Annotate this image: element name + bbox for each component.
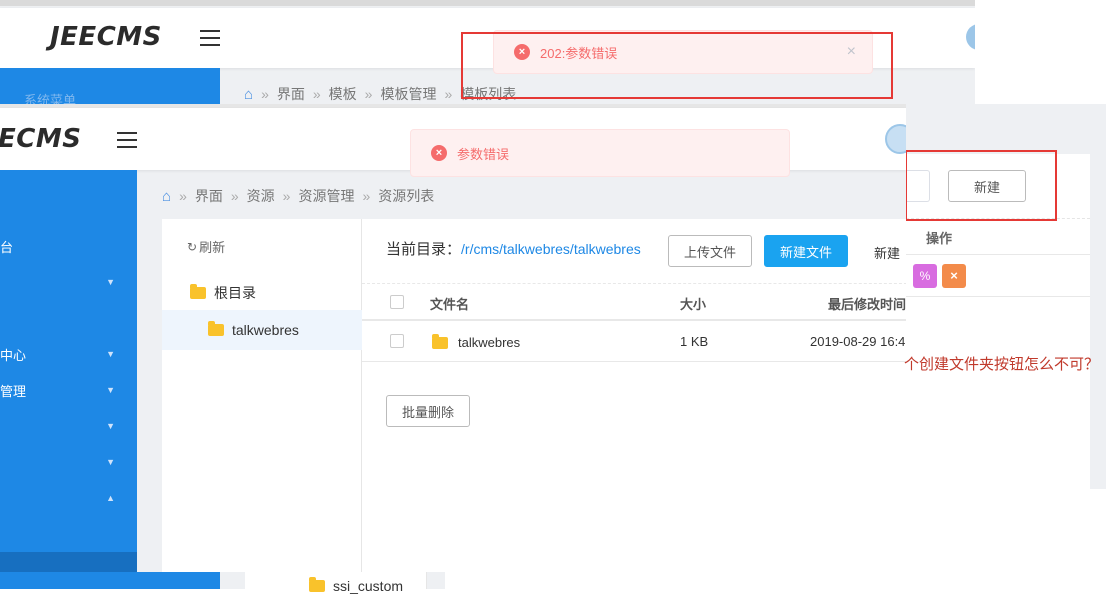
- front-breadcrumb-item[interactable]: 界面: [195, 186, 223, 206]
- current-dir-label: 当前目录：: [386, 241, 462, 258]
- front-error-message: × 参数错误: [410, 129, 790, 177]
- new-file-button[interactable]: 新建文件: [764, 235, 848, 267]
- folder-open-icon: [190, 284, 206, 299]
- tree-child-selected[interactable]: talkwebres: [162, 310, 362, 350]
- content-card: ↻ 刷新 根目录 talkwebres 当前目录：/r/cms/talkwebr…: [162, 219, 906, 572]
- folder-icon: [208, 321, 224, 336]
- home-icon[interactable]: ⌂: [244, 86, 253, 103]
- folder-icon: [432, 333, 448, 349]
- sidebar-item[interactable]: [0, 516, 137, 552]
- refresh-icon: ↻: [187, 239, 198, 254]
- back-breadcrumb-item[interactable]: 界面: [277, 84, 305, 104]
- sidebar-item[interactable]: 中心 ▼: [0, 336, 137, 372]
- close-icon: ×: [950, 268, 958, 283]
- error-icon: ×: [431, 145, 447, 161]
- annotation-text: 个创建文件夹按钮怎么不可？: [904, 355, 1100, 373]
- back-hamburger-icon[interactable]: [200, 30, 220, 46]
- sidebar-item[interactable]: [0, 300, 137, 336]
- current-dir-path[interactable]: /r/cms/talkwebres/talkwebres: [461, 241, 641, 257]
- row-checkbox[interactable]: [390, 334, 404, 348]
- front-breadcrumb-item[interactable]: 资源管理: [298, 186, 354, 206]
- upload-file-button[interactable]: 上传文件: [668, 235, 752, 267]
- sidebar-item[interactable]: ▲: [0, 480, 137, 516]
- delete-action-button[interactable]: ×: [942, 264, 966, 288]
- back-sidebar: 系统菜单: [0, 68, 220, 104]
- tree-panel: ↻ 刷新 根目录 talkwebres: [162, 219, 362, 572]
- row-name[interactable]: talkwebres: [432, 333, 520, 350]
- back-breadcrumb-item[interactable]: 模板管理: [380, 84, 436, 104]
- front-breadcrumb-item[interactable]: 资源: [247, 186, 275, 206]
- back-logo: JEECMS: [50, 22, 162, 52]
- column-header: 大小: [680, 297, 707, 312]
- front-hamburger-icon[interactable]: [117, 132, 137, 148]
- sidebar-item[interactable]: 台: [0, 228, 137, 264]
- front-sidebar: 台 ▼ 中心 ▼ 管理 ▼ ▼ ▼ ▲: [0, 170, 137, 572]
- column-header: 文件名: [430, 297, 470, 312]
- back-avatar-icon[interactable]: [966, 24, 975, 50]
- table-row[interactable]: talkwebres 1 KB 2019-08-29 16:4: [362, 321, 906, 362]
- right-row-divider: [906, 254, 1090, 255]
- back-breadcrumb-item[interactable]: 模板: [329, 84, 357, 104]
- sidebar-item[interactable]: ▼: [0, 444, 137, 480]
- highlight-box-new-button: [905, 150, 1057, 221]
- sidebar-item[interactable]: ▼: [0, 408, 137, 444]
- bottom-folder-row[interactable]: ssi_custom: [309, 577, 403, 594]
- bottom-sidebar: [0, 572, 220, 589]
- batch-delete-button[interactable]: 批量删除: [386, 395, 470, 427]
- front-error-text: 参数错误: [457, 146, 510, 162]
- select-all-checkbox[interactable]: [390, 295, 404, 309]
- browser-strip: [0, 0, 975, 6]
- front-screenshot: ECMS 台 ▼ 中心 ▼ 管理 ▼ ▼ ▼ ▲ ⌂ » 界面 » 资源 » 资源管理 »…: [0, 104, 906, 572]
- home-icon[interactable]: ⌂: [162, 188, 171, 205]
- back-sidebar-faded-label: 系统菜单: [24, 93, 77, 104]
- bottom-panel: ssi_custom: [245, 572, 427, 594]
- refresh-button[interactable]: ↻ 刷新: [187, 237, 225, 256]
- highlight-box-message: [461, 32, 893, 99]
- row-modified: 2019-08-29 16:4: [810, 334, 906, 349]
- ops-header: 操作: [926, 231, 953, 246]
- edit-action-button[interactable]: %: [913, 264, 937, 288]
- link-icon: %: [919, 269, 931, 283]
- sidebar-item[interactable]: 管理 ▼: [0, 372, 137, 408]
- column-header: 最后修改时间: [828, 297, 906, 312]
- front-breadcrumb: ⌂ » 界面 » 资源 » 资源管理 » 资源列表: [162, 186, 435, 206]
- front-avatar-icon[interactable]: [885, 124, 906, 154]
- row-size: 1 KB: [680, 334, 709, 349]
- front-breadcrumb-item: 资源列表: [378, 188, 435, 204]
- folder-icon: [309, 577, 325, 592]
- sidebar-item-active[interactable]: [0, 552, 137, 572]
- new-folder-button[interactable]: 新建: [874, 243, 900, 262]
- right-row-divider-2: [906, 296, 1090, 297]
- bottom-back-fragment: ssi_custom: [0, 572, 445, 594]
- sidebar-item[interactable]: ▼: [0, 264, 137, 300]
- sidebar-menu: 台 ▼ 中心 ▼ 管理 ▼ ▼ ▼ ▲: [0, 228, 137, 572]
- current-dir: 当前目录：/r/cms/talkwebres/talkwebres: [386, 238, 641, 259]
- table-header: 文件名 大小 最后修改时间: [362, 284, 906, 321]
- tree-root[interactable]: 根目录: [190, 283, 256, 303]
- front-logo: ECMS: [0, 124, 82, 154]
- list-panel: 当前目录：/r/cms/talkwebres/talkwebres 上传文件 新…: [362, 219, 906, 572]
